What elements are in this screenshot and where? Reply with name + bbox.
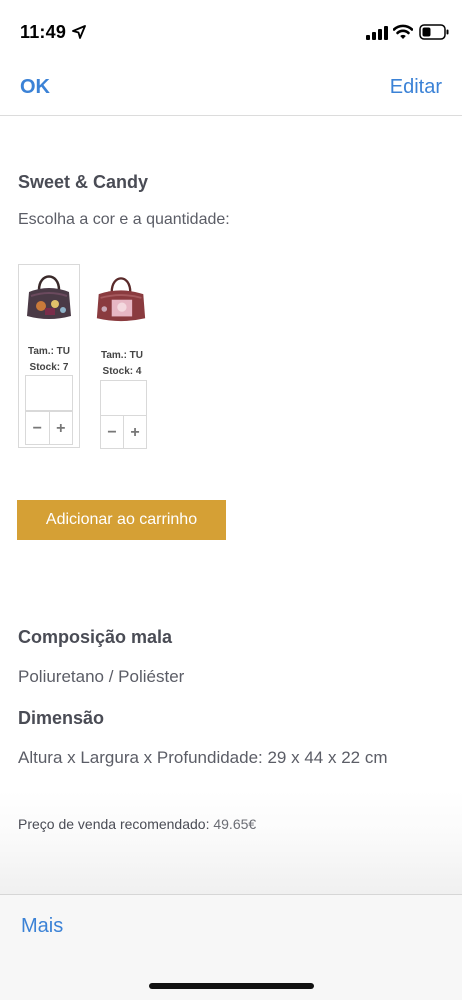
nav-bar: OK Editar xyxy=(0,62,462,116)
battery-icon xyxy=(419,24,449,40)
variant-card: Tam.: TU Stock: 7 − + xyxy=(18,264,80,448)
add-to-cart-button[interactable]: Adicionar ao carrinho xyxy=(17,500,226,540)
decrement-button[interactable]: − xyxy=(101,416,123,448)
quantity-stepper: − + xyxy=(25,411,73,445)
bottom-toolbar: Mais xyxy=(0,894,462,1000)
quantity-input[interactable] xyxy=(25,375,73,411)
ok-button[interactable]: OK xyxy=(20,76,50,99)
bag-image[interactable] xyxy=(95,268,147,324)
increment-button[interactable]: + xyxy=(123,416,146,448)
variant-stock-label: Stock: 4 xyxy=(102,366,142,377)
dimension-value: Altura x Largura x Profundidade: 29 x 44… xyxy=(18,748,388,767)
increment-button[interactable]: + xyxy=(48,412,73,444)
cellular-signal-icon xyxy=(366,26,388,40)
quantity-stepper: − + xyxy=(100,415,147,449)
more-button[interactable]: Mais xyxy=(21,915,63,938)
quantity-input[interactable] xyxy=(100,380,147,416)
variant-stock-label: Stock: 7 xyxy=(29,362,69,373)
price-value: 49.65€ xyxy=(213,816,257,832)
dimension-heading: Dimensão xyxy=(18,708,105,728)
choose-color-quantity-text: Escolha a cor e a quantidade: xyxy=(18,211,230,228)
price-label: Preço de venda recomendado: xyxy=(18,816,210,832)
status-bar: 11:49 xyxy=(0,0,462,62)
price-section xyxy=(0,790,462,894)
location-arrow-icon xyxy=(72,25,86,39)
home-indicator[interactable] xyxy=(149,983,314,989)
edit-button[interactable]: Editar xyxy=(390,76,442,99)
variant-size-label: Tam.: TU xyxy=(27,346,71,357)
composition-heading: Composição mala xyxy=(18,627,173,647)
bag-image[interactable] xyxy=(23,268,75,324)
product-title: Sweet & Candy xyxy=(18,172,149,192)
wifi-icon xyxy=(393,24,413,39)
decrement-button[interactable]: − xyxy=(26,412,49,444)
status-time: 11:49 xyxy=(20,22,67,42)
variant-card: Tam.: TU Stock: 4 − + xyxy=(94,264,150,449)
recommended-price: Preço de venda recomendado: 49.65€ xyxy=(18,816,256,832)
variant-size-label: Tam.: TU xyxy=(100,350,144,361)
composition-value: Poliuretano / Poliéster xyxy=(18,667,185,686)
